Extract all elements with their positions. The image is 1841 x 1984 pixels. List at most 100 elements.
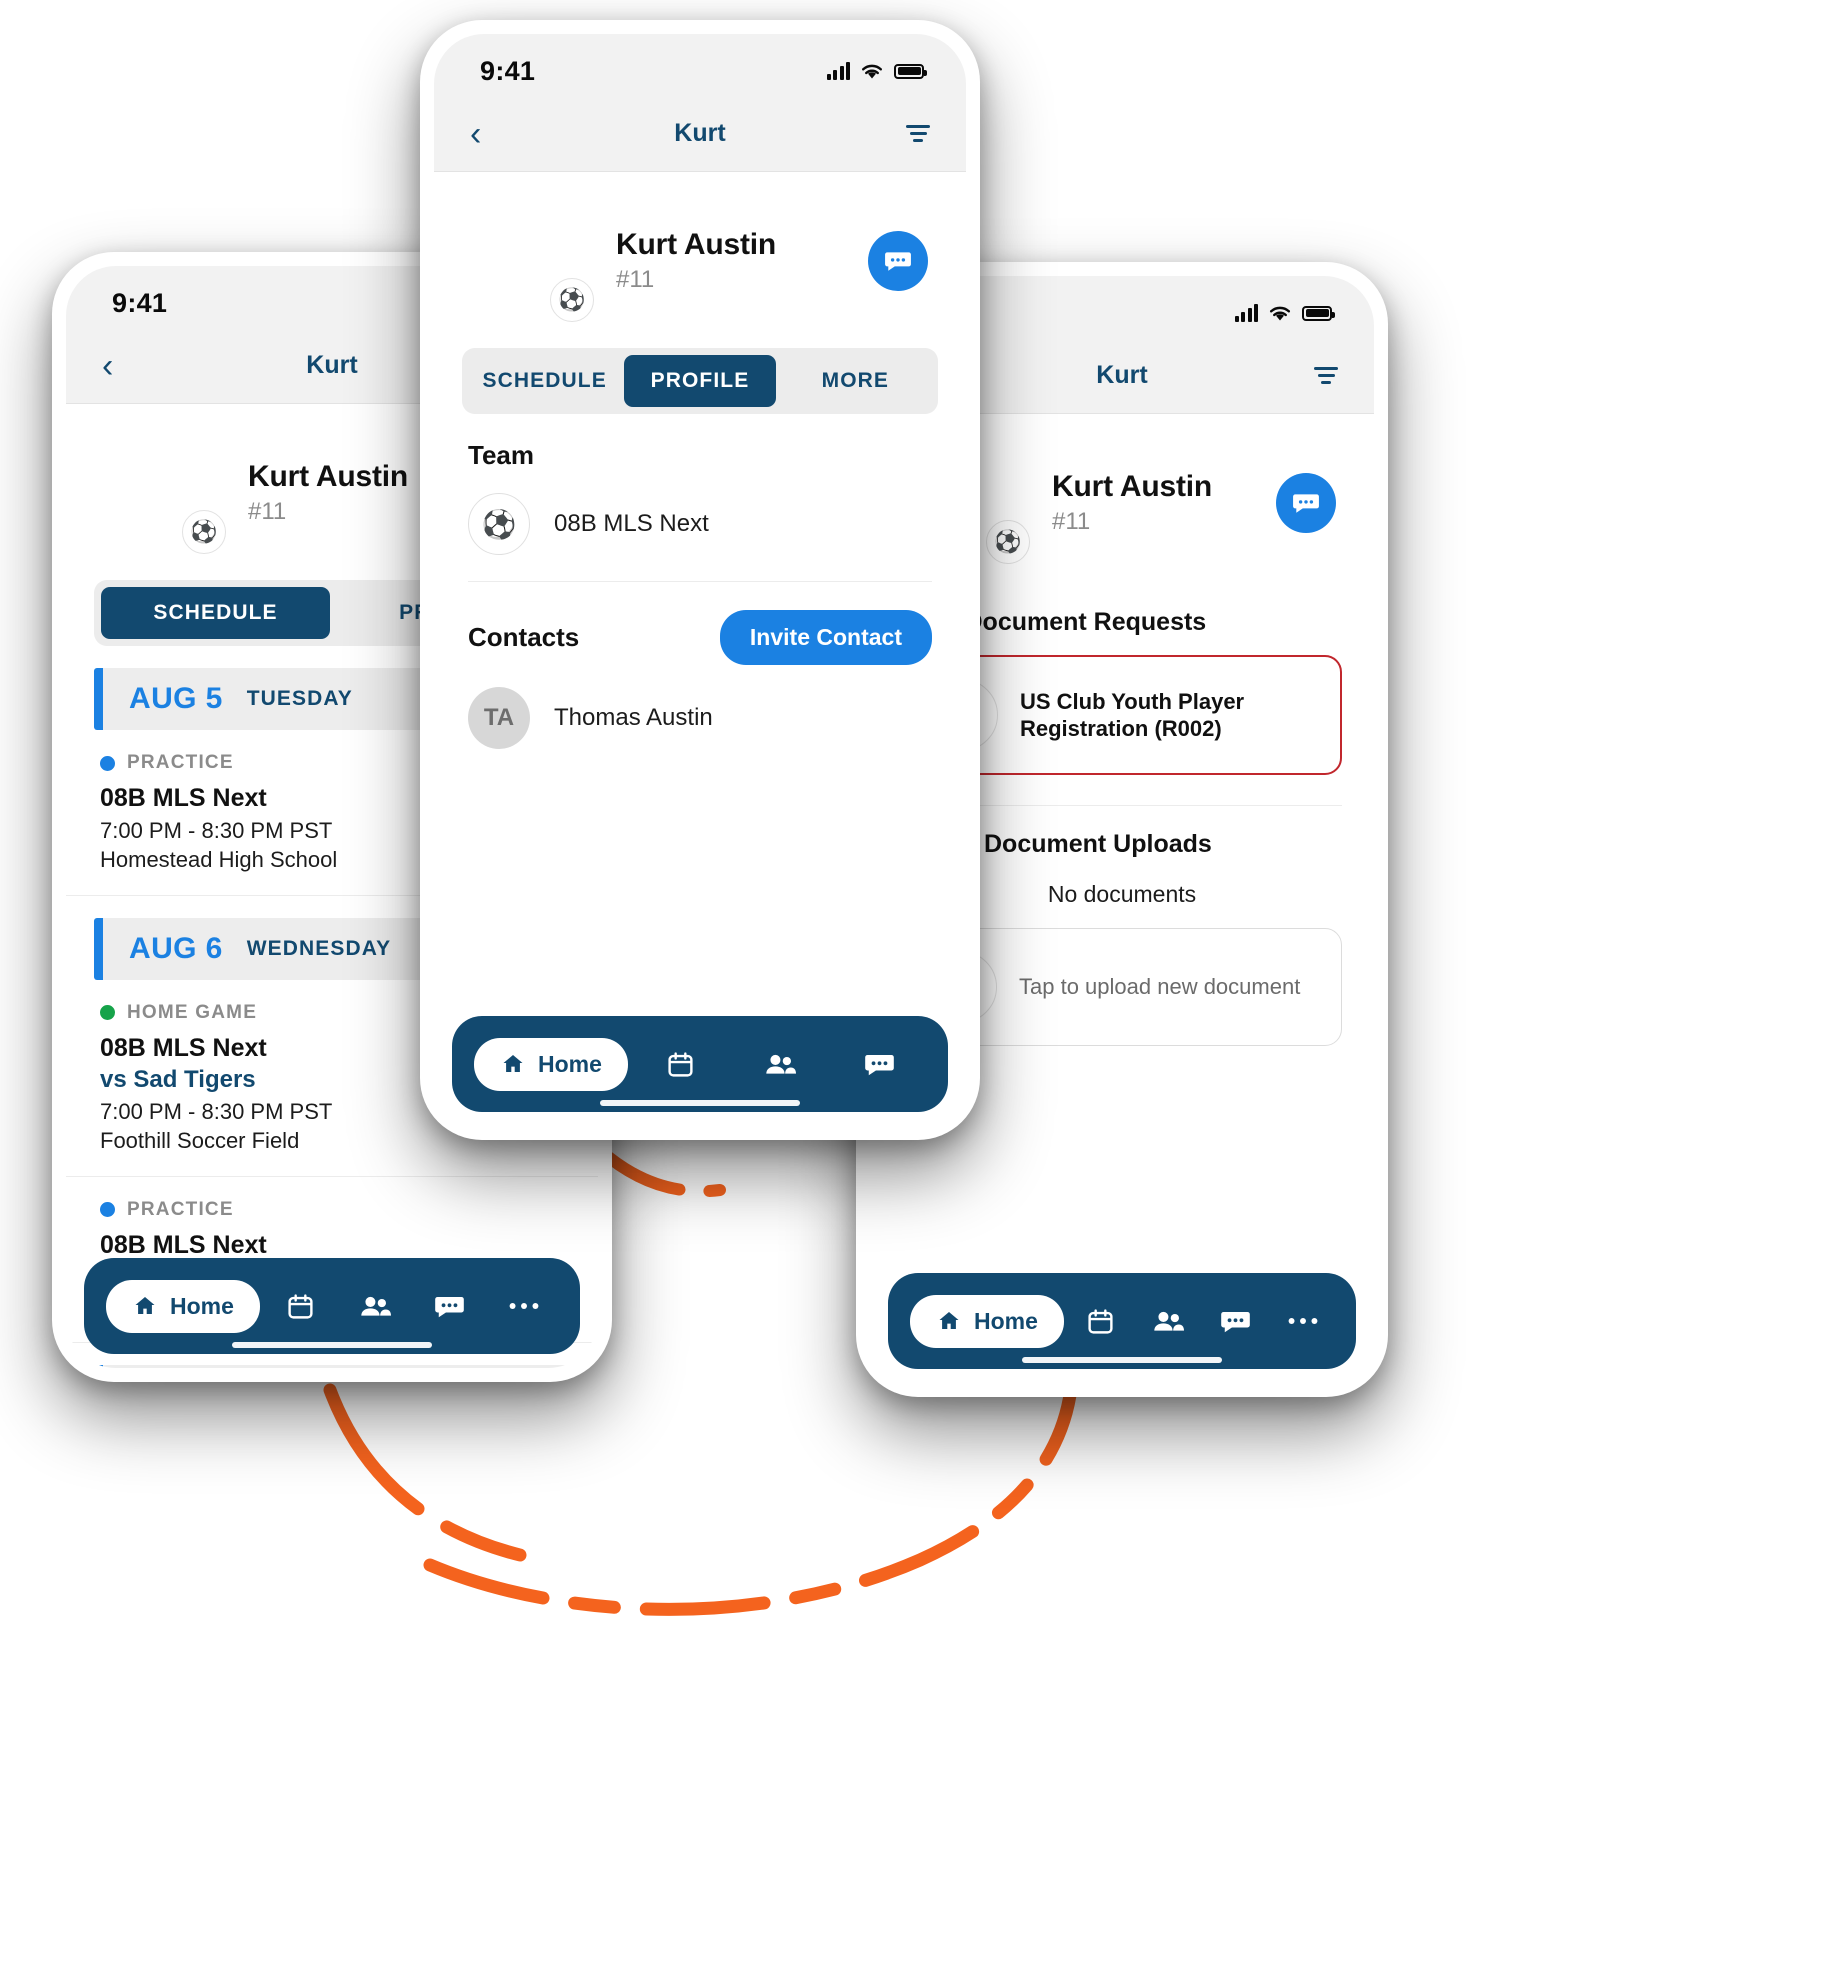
status-bar: 9:41 [434, 34, 966, 96]
contact-name: Thomas Austin [554, 704, 713, 731]
player-name: Kurt Austin [1052, 470, 1213, 503]
tab-calendar[interactable] [266, 1292, 335, 1321]
calendar-icon [668, 1051, 693, 1077]
profile-screen: 9:41 ‹ Kurt ⚽ Kurt Austin #11 SCHEDULE P… [434, 34, 966, 1126]
tab-home-label: Home [538, 1050, 602, 1077]
chat-bubble-icon [1221, 1311, 1251, 1332]
day-weekday: WEDNESDAY [246, 936, 392, 960]
tab-home-label: Home [974, 1307, 1038, 1334]
phone-profile: 9:41 ‹ Kurt ⚽ Kurt Austin #11 SCHEDULE P… [420, 20, 980, 1140]
home-indicator [600, 1100, 800, 1106]
tab-people[interactable] [733, 1050, 826, 1079]
contacts-section-header: Contacts Invite Contact [434, 582, 966, 665]
tab-people[interactable] [1137, 1307, 1199, 1336]
upload-prompt-label: Tap to upload new document [1019, 974, 1301, 1000]
ellipsis-icon [1288, 1318, 1318, 1324]
bottom-nav-wrapper: Home [870, 1255, 1374, 1383]
page-title: Kurt [674, 119, 726, 147]
bottom-nav: Home [452, 1016, 948, 1112]
status-dot-practice [100, 755, 115, 771]
day-weekday: TUESDAY [246, 687, 353, 710]
chat-bubble-glyph [885, 252, 911, 271]
club-document-label: US Club Youth Player Registration (R002) [1020, 688, 1245, 742]
team-section-heading: Team [468, 440, 534, 470]
home-icon [135, 1297, 155, 1314]
player-number: #11 [616, 266, 655, 293]
chat-bubble-glyph [1293, 494, 1319, 513]
soccer-shield-icon: ⚽ [986, 520, 1030, 564]
player-header: ⚽ Kurt Austin #11 [434, 172, 966, 342]
tab-more[interactable] [490, 1300, 559, 1312]
segmented-tabs: SCHEDULE PROFILE MORE [462, 348, 938, 414]
tab-people[interactable] [340, 1292, 409, 1321]
ellipsis-icon [509, 1303, 539, 1309]
signal-icon [1234, 304, 1258, 322]
signal-icon [826, 62, 850, 80]
people-icon [1154, 1311, 1185, 1331]
chat-bubble-icon[interactable] [868, 231, 928, 291]
day-date: AUG 5 [129, 682, 223, 715]
tab-home[interactable]: Home [474, 1037, 628, 1091]
calendar-icon [288, 1293, 313, 1319]
avatar: ⚽ [472, 202, 594, 322]
bottom-nav: Home [84, 1258, 580, 1354]
battery-icon [894, 63, 927, 79]
tab-messages[interactable] [415, 1293, 484, 1320]
day-date: AUG 6 [129, 931, 223, 965]
battery-icon [1302, 305, 1335, 321]
contacts-heading: Contacts [468, 622, 580, 652]
tab-messages[interactable] [1205, 1308, 1267, 1335]
wifi-icon [1270, 306, 1290, 320]
invite-contact-button[interactable]: Invite Contact [719, 610, 932, 665]
event-type-label: HOME GAME [127, 1001, 258, 1023]
home-indicator [232, 1342, 432, 1348]
team-row[interactable]: ⚽ 08B MLS Next [434, 471, 966, 581]
soccer-shield-icon: ⚽ [550, 278, 594, 322]
tab-home[interactable]: Home [106, 1279, 260, 1333]
status-indicators [826, 62, 927, 81]
status-dot-home-game [100, 1005, 115, 1021]
calendar-icon [1088, 1308, 1113, 1334]
soccer-shield-icon: ⚽ [182, 510, 226, 554]
tab-home-label: Home [170, 1292, 234, 1319]
bottom-nav-wrapper: Home [434, 998, 966, 1126]
tab-calendar[interactable] [1070, 1307, 1132, 1336]
tab-more[interactable] [1273, 1315, 1335, 1327]
chat-bubble-icon [864, 1054, 894, 1075]
tab-home[interactable]: Home [910, 1294, 1064, 1348]
tab-schedule[interactable]: SCHEDULE [469, 355, 620, 407]
chat-bubble-icon[interactable] [1276, 473, 1336, 533]
tab-messages[interactable] [833, 1051, 926, 1078]
screenshot-stage: 9:41 ‹ Kurt ⚽ Kurt Austin #11 SCHEDULE A… [0, 0, 1841, 1984]
nav-bar: ‹ Kurt [434, 96, 966, 172]
home-icon [939, 1312, 959, 1329]
people-icon [360, 1296, 391, 1316]
contact-avatar: TA [468, 687, 530, 749]
player-name: Kurt Austin [248, 460, 409, 493]
soccer-shield-icon: ⚽ [468, 493, 530, 555]
people-icon [766, 1054, 796, 1074]
event-type-label: PRACTICE [127, 1198, 234, 1220]
contact-row[interactable]: TA Thomas Austin [434, 665, 966, 775]
status-dot-practice [100, 1202, 115, 1218]
bottom-nav-wrapper: Home [66, 1240, 598, 1368]
status-time: 9:41 [480, 55, 536, 86]
tab-more[interactable]: MORE [780, 355, 931, 407]
status-indicators [1234, 304, 1335, 323]
avatar: ⚽ [104, 434, 226, 554]
event-type-label: PRACTICE [127, 752, 234, 773]
player-number: #11 [248, 498, 287, 525]
player-name: Kurt Austin [616, 228, 777, 261]
team-name: 08B MLS Next [554, 510, 709, 537]
wifi-icon [862, 64, 882, 78]
tab-calendar[interactable] [634, 1050, 727, 1079]
event-type: PRACTICE [100, 1199, 564, 1221]
tab-schedule[interactable]: SCHEDULE [101, 587, 330, 639]
tab-profile[interactable]: PROFILE [624, 355, 776, 407]
bottom-nav: Home [888, 1273, 1356, 1369]
status-time: 9:41 [112, 287, 168, 318]
home-icon [503, 1055, 523, 1072]
chat-bubble-icon [434, 1296, 464, 1317]
home-indicator [1022, 1357, 1222, 1363]
player-number: #11 [1052, 508, 1091, 535]
